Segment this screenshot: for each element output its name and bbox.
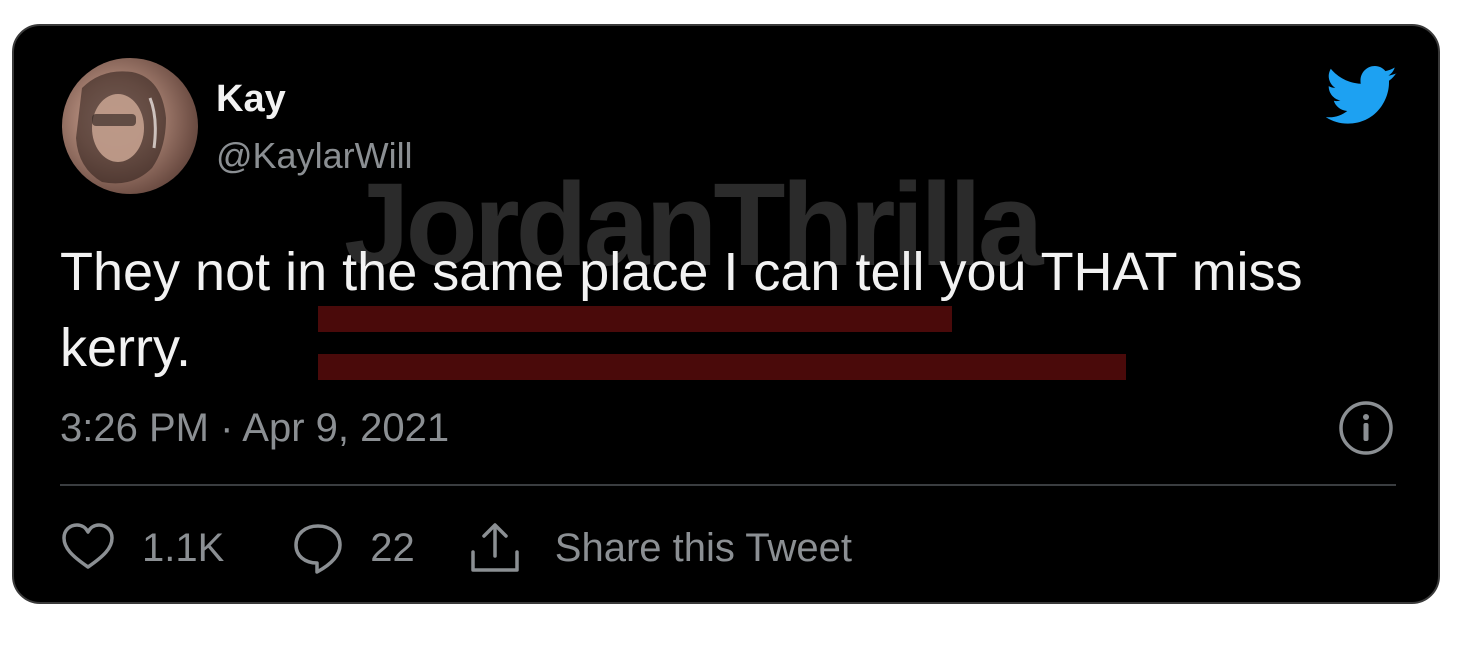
tweet-card: JordanThrilla Kay @KaylarWill They not i…: [12, 24, 1440, 604]
reply-count: 22: [370, 525, 415, 570]
like-button[interactable]: 1.1K: [60, 520, 290, 576]
author-handle[interactable]: @KaylarWill: [216, 138, 413, 174]
author-name[interactable]: Kay: [216, 80, 286, 118]
reply-button[interactable]: 22: [290, 520, 467, 576]
speech-bubble-icon: [294, 524, 343, 574]
tweet-actions: 1.1K 22 Share this Tweet: [60, 520, 852, 576]
avatar-image: [76, 71, 166, 184]
twitter-bird-icon[interactable]: [1326, 66, 1398, 126]
share-label: Share this Tweet: [554, 525, 853, 570]
share-upload-icon: [471, 523, 519, 572]
info-icon[interactable]: [1338, 400, 1394, 456]
tweet-text: They not in the same place I can tell yo…: [60, 242, 1303, 378]
avatar[interactable]: [62, 58, 198, 194]
share-button[interactable]: Share this Tweet: [467, 520, 852, 576]
like-count: 1.1K: [142, 525, 225, 570]
tweet-timestamp[interactable]: 3:26 PM · Apr 9, 2021: [60, 408, 449, 448]
heart-icon: [62, 523, 114, 569]
divider: [60, 484, 1396, 486]
